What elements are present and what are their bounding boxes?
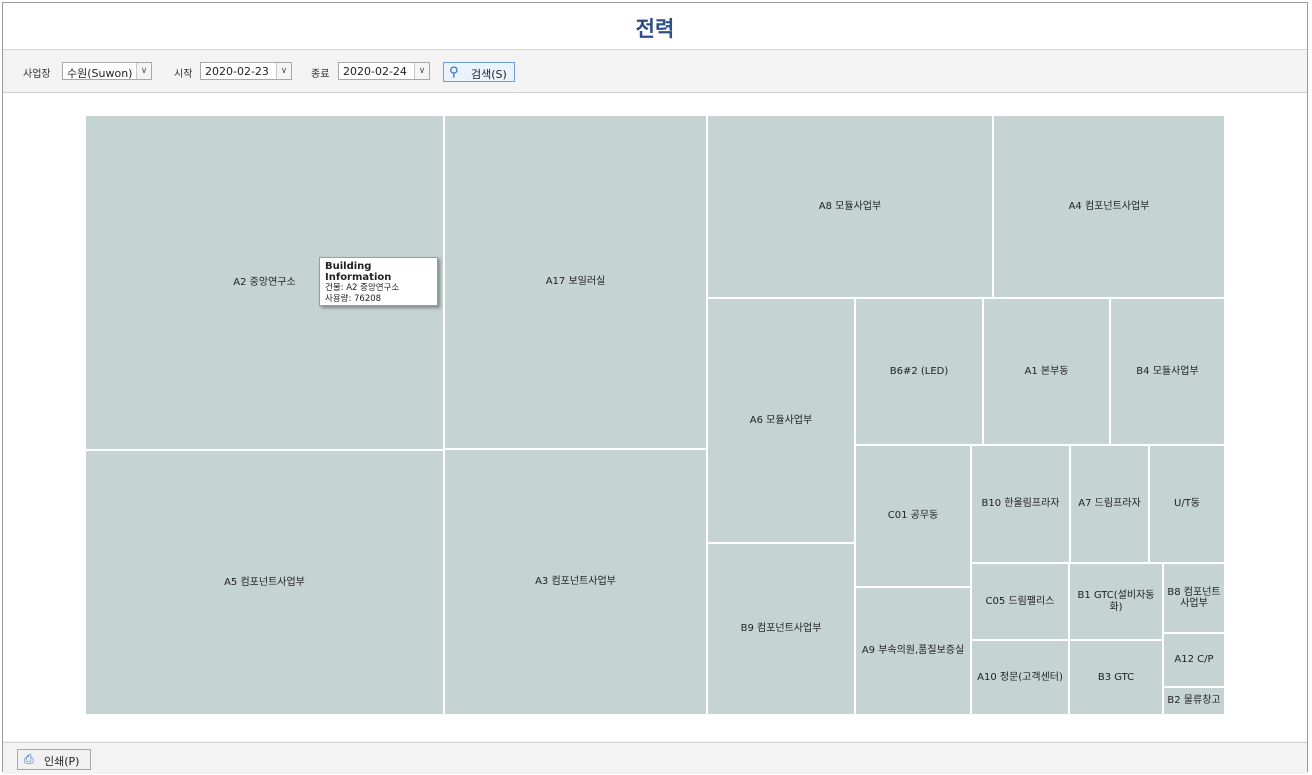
treemap-tile-b8[interactable]: B8 컴포넌트사업부 — [1164, 564, 1226, 634]
treemap-tile-a6[interactable]: A6 모듈사업부 — [708, 299, 856, 544]
treemap-tile-c01[interactable]: C01 공무동 — [856, 446, 972, 588]
treemap-tile-a9[interactable]: A9 부속의원,품질보증실 — [856, 588, 972, 716]
print-button-label: 인쇄(P) — [44, 755, 80, 768]
site-label: 사업장 — [23, 69, 51, 80]
treemap-tile-a7[interactable]: A7 드림프라자 — [1071, 446, 1150, 564]
tooltip-heading: Building Information — [325, 261, 392, 283]
end-label: 종료 — [311, 69, 330, 80]
chevron-down-icon[interactable]: ∨ — [414, 63, 429, 79]
tooltip-building: 건물: A2 중앙연구소 — [325, 283, 400, 293]
title-bar: 전력 — [3, 3, 1307, 50]
footer-bar: ⎙ 인쇄(P) — [3, 742, 1307, 774]
treemap-tile-a5[interactable]: A5 컴포넌트사업부 — [86, 451, 445, 716]
printer-icon: ⎙ — [24, 752, 34, 766]
print-button[interactable]: ⎙ 인쇄(P) — [17, 749, 91, 770]
treemap-tile-a10[interactable]: A10 정문(고객센터) — [972, 641, 1070, 716]
treemap-tile-b10[interactable]: B10 한울림프라자 — [972, 446, 1071, 564]
start-label: 시작 — [174, 69, 193, 80]
tooltip-usage: 사용량: 76208 — [325, 294, 382, 304]
treemap-tile-b3[interactable]: B3 GTC — [1070, 641, 1164, 716]
search-button[interactable]: ⚲ 검색(S) — [443, 62, 515, 82]
site-select-value: 수원(Suwon) — [67, 67, 133, 80]
page-title: 전력 — [635, 17, 675, 41]
magnifier-icon: ⚲ — [449, 65, 459, 80]
treemap-tile-b4[interactable]: B4 모듈사업부 — [1111, 299, 1226, 446]
end-date-picker[interactable]: 2020-02-24 ∨ — [338, 62, 430, 80]
treemap-tile-a17[interactable]: A17 보일러실 — [445, 116, 708, 450]
chevron-down-icon[interactable]: ∨ — [276, 63, 291, 79]
treemap-tile-b1[interactable]: B1 GTC(설비자동화) — [1070, 564, 1164, 641]
treemap-tile-c05[interactable]: C05 드림팰리스 — [972, 564, 1070, 641]
chart-area: A2 중앙연구소 A5 컴포넌트사업부 A17 보일러실 A3 컴포넌트사업부 … — [3, 93, 1307, 741]
end-date-value: 2020-02-24 — [343, 65, 407, 78]
site-select[interactable]: 수원(Suwon) ∨ — [62, 62, 152, 80]
search-button-label: 검색(S) — [471, 68, 507, 81]
building-info-tooltip: Building Information 건물: A2 중앙연구소 사용량: 7… — [319, 257, 438, 306]
treemap-tile-b9[interactable]: B9 컴포넌트사업부 — [708, 544, 856, 716]
app-window: 전력 사업장 수원(Suwon) ∨ 시작 2020-02-23 ∨ 종료 20… — [2, 2, 1308, 774]
chevron-down-icon[interactable]: ∨ — [136, 63, 151, 79]
treemap-tile-b2[interactable]: B2 물류창고 — [1164, 688, 1226, 716]
treemap-tile-b6-2[interactable]: B6#2 (LED) — [856, 299, 984, 446]
treemap-tile-a12[interactable]: A12 C/P — [1164, 634, 1226, 688]
start-date-value: 2020-02-23 — [205, 65, 269, 78]
treemap-tile-a3[interactable]: A3 컴포넌트사업부 — [445, 450, 708, 716]
treemap-tile-a8[interactable]: A8 모듈사업부 — [708, 116, 994, 299]
treemap-tile-a4[interactable]: A4 컴포넌트사업부 — [994, 116, 1226, 299]
treemap-tile-ut[interactable]: U/T동 — [1150, 446, 1226, 564]
treemap: A2 중앙연구소 A5 컴포넌트사업부 A17 보일러실 A3 컴포넌트사업부 … — [86, 116, 1226, 716]
filter-toolbar: 사업장 수원(Suwon) ∨ 시작 2020-02-23 ∨ 종료 2020-… — [3, 50, 1307, 93]
start-date-picker[interactable]: 2020-02-23 ∨ — [200, 62, 292, 80]
treemap-tile-a1[interactable]: A1 본부동 — [984, 299, 1111, 446]
